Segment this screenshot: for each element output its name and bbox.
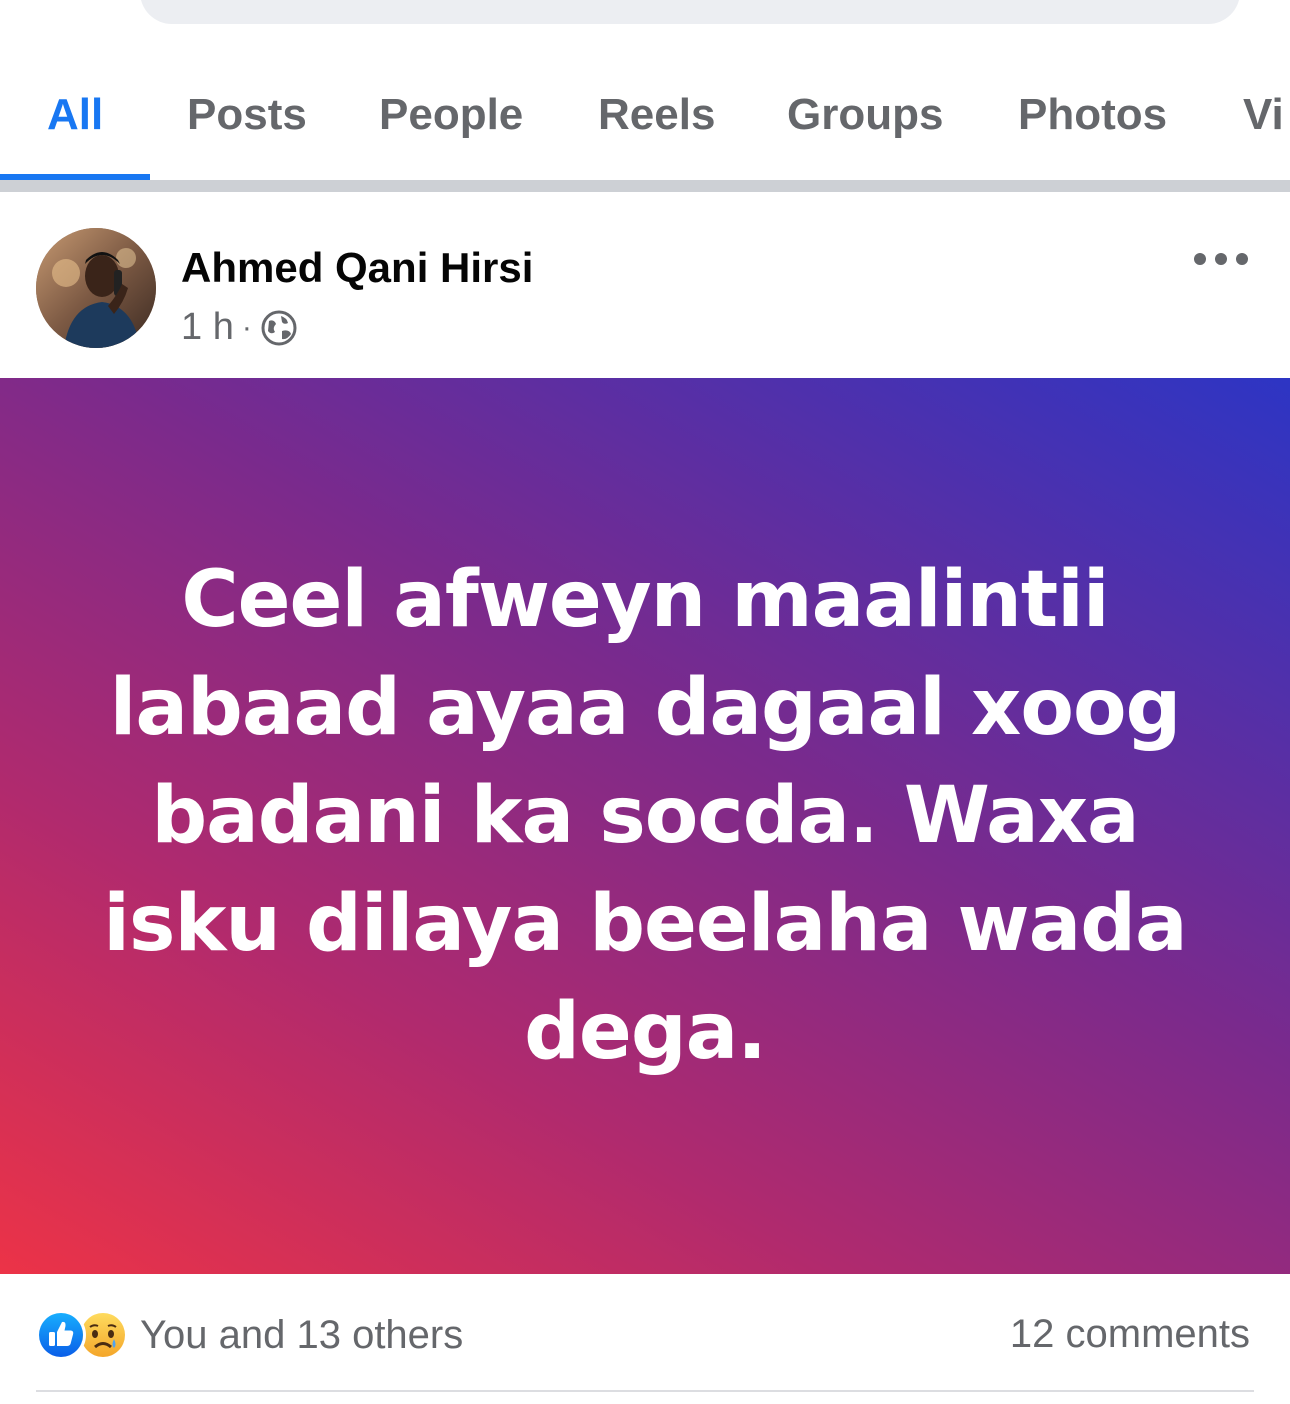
avatar[interactable] [36,228,156,348]
search-bar[interactable] [140,0,1240,24]
footer-divider [36,1390,1254,1392]
search-filter-tabs: All Posts People Reels Groups Photos Vi [0,60,1290,192]
post-author-name[interactable]: Ahmed Qani Hirsi [181,244,533,292]
comments-count[interactable]: 12 comments [1010,1312,1250,1357]
more-options-icon[interactable] [1194,248,1248,270]
tab-people[interactable]: People [379,90,523,140]
post-header: Ahmed Qani Hirsi 1 h · [0,192,1290,378]
active-tab-indicator [0,174,150,180]
post-timestamp[interactable]: 1 h [181,306,234,349]
reactions-summary[interactable]: You and 13 others [36,1310,463,1360]
tab-photos[interactable]: Photos [1018,90,1167,140]
avatar-photo [36,228,156,348]
tab-posts[interactable]: Posts [187,90,307,140]
globe-icon[interactable] [260,309,298,347]
tab-all[interactable]: All [47,90,103,140]
post-text: Ceel afweyn maalintii labaad ayaa dagaal… [103,555,1187,1077]
post-content-background[interactable]: Ceel afweyn maalintii labaad ayaa dagaal… [0,378,1290,1274]
like-icon [36,1310,86,1360]
meta-separator: · [241,310,252,344]
tab-reels[interactable]: Reels [598,90,715,140]
post-footer: You and 13 others 12 comments [0,1274,1290,1404]
post-meta: 1 h · [181,306,298,349]
tab-groups[interactable]: Groups [787,90,943,140]
tab-videos[interactable]: Vi [1243,90,1284,140]
reactions-count-text: You and 13 others [140,1312,464,1357]
